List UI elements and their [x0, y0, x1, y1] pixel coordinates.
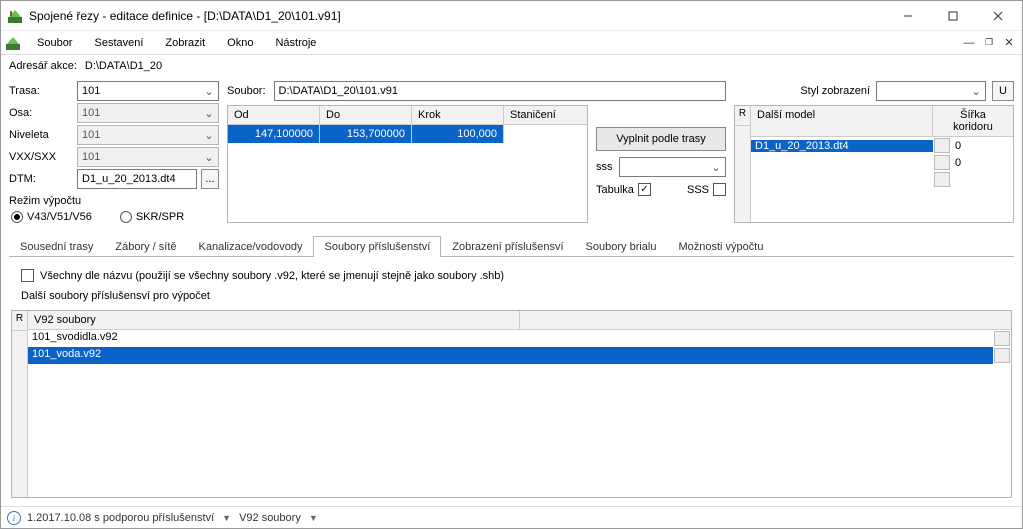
range-grid[interactable]: Od Do Krok Staničení 147,100000 153,7000… [227, 105, 588, 223]
rezim-label: Režim výpočtu [9, 195, 219, 207]
menu-soubor[interactable]: Soubor [27, 35, 82, 51]
tab-kanalizace[interactable]: Kanalizace/vodovody [188, 236, 314, 257]
pathbar: Adresář akce: D:\DATA\D1_20 [1, 55, 1022, 77]
all-by-name-label: Všechny dle názvu (použijí se všechny so… [40, 270, 504, 282]
vxx-combo[interactable]: 101⌄ [77, 147, 219, 167]
status-version: 1.2017.10.08 s podporou příslušenství [27, 512, 214, 524]
file-row[interactable]: 101_svodidla.v92 [28, 330, 1011, 347]
dtm-field[interactable]: D1_u_20_2013.dt4 [77, 169, 197, 189]
chevron-down-icon: ⌄ [202, 107, 216, 120]
chevron-down-icon: ⌄ [202, 129, 216, 142]
radio-v43[interactable]: V43/V51/V56 [11, 211, 92, 223]
tab-zabory[interactable]: Zábory / sítě [104, 236, 187, 257]
tab-brialu[interactable]: Soubory brialu [575, 236, 668, 257]
trasa-combo[interactable]: 101⌄ [77, 81, 219, 101]
status-section: V92 soubory [239, 512, 301, 524]
more-files-label: Další soubory příslušensví pro výpočet [9, 290, 1014, 302]
file-row[interactable]: 101_voda.v92 [28, 347, 1011, 364]
col-model[interactable]: Další model [751, 106, 933, 136]
menu-icon [5, 35, 21, 51]
mdi-close-button[interactable]: ✕ [1000, 36, 1018, 49]
tabbar: Sousední trasy Zábory / sítě Kanalizace/… [9, 235, 1014, 257]
col-r[interactable]: R [12, 311, 27, 331]
model-row[interactable] [751, 171, 1013, 188]
maximize-button[interactable] [930, 2, 975, 30]
row-button[interactable] [934, 155, 950, 170]
tabulka-label: Tabulka [596, 184, 634, 196]
info-icon: i [7, 511, 21, 525]
range-row[interactable]: 147,100000 153,700000 100,000 [228, 125, 587, 143]
model-row[interactable]: D1_u_20_2013.dt4 0 [751, 137, 1013, 154]
path-label: Adresář akce: [9, 60, 77, 72]
tabulka-checkbox[interactable] [638, 183, 651, 196]
fill-by-route-button[interactable]: Vyplnit podle trasy [596, 127, 726, 151]
menu-zobrazit[interactable]: Zobrazit [155, 35, 215, 51]
col-krok[interactable]: Krok [412, 106, 504, 124]
col-do[interactable]: Do [320, 106, 412, 124]
tab-zobrazeni[interactable]: Zobrazení příslušensví [441, 236, 574, 257]
sss-label: sss [596, 161, 613, 173]
row-button[interactable] [934, 138, 950, 153]
tab-sousedni[interactable]: Sousední trasy [9, 236, 104, 257]
niveleta-combo[interactable]: 101⌄ [77, 125, 219, 145]
range-side: Vyplnit podle trasy sss ⌄ Tabulka SSS [596, 105, 726, 196]
col-r[interactable]: R [735, 106, 750, 126]
row-button[interactable] [994, 348, 1010, 363]
trasa-label: Trasa: [9, 83, 73, 99]
sss-checkbox[interactable] [713, 183, 726, 196]
path-value: D:\DATA\D1_20 [85, 60, 162, 72]
dtm-label: DTM: [9, 171, 73, 187]
menu-nastroje[interactable]: Nástroje [265, 35, 326, 51]
mdi-restore-button[interactable]: ❐ [980, 37, 998, 48]
all-by-name-checkbox[interactable] [21, 269, 34, 282]
niveleta-label: Niveleta [9, 127, 73, 143]
sss-combo[interactable]: ⌄ [619, 157, 727, 177]
minimize-button[interactable] [885, 2, 930, 30]
menu-sestaveni[interactable]: Sestavení [84, 35, 153, 51]
row-button[interactable] [934, 172, 950, 187]
model-row[interactable]: 0 [751, 154, 1013, 171]
statusbar: i 1.2017.10.08 s podporou příslušenství … [1, 506, 1022, 528]
menu-okno[interactable]: Okno [217, 35, 263, 51]
radio-skr[interactable]: SKR/SPR [120, 211, 184, 223]
titlebar: Spojené řezy - editace definice - [D:\DA… [1, 1, 1022, 31]
tab-soubory-prislusenstvi[interactable]: Soubory příslušenství [313, 236, 441, 257]
window-title: Spojené řezy - editace definice - [D:\DA… [29, 9, 885, 23]
left-panel: Trasa: 101⌄ Osa: 101⌄ Niveleta 101⌄ VXX/… [9, 81, 219, 223]
model-grid[interactable]: R Další model Šířka koridoru D1_u_20_201… [734, 105, 1014, 223]
tab-content: Všechny dle názvu (použijí se všechny so… [9, 261, 1014, 506]
style-combo[interactable]: ⌄ [876, 81, 986, 101]
dtm-browse-button[interactable]: ... [201, 169, 219, 189]
osa-combo[interactable]: 101⌄ [77, 103, 219, 123]
chevron-down-icon: ⌄ [969, 85, 983, 98]
soubor-label: Soubor: [227, 85, 266, 97]
chevron-down-icon: ⌄ [202, 151, 216, 164]
col-width[interactable]: Šířka koridoru [933, 106, 1013, 136]
center-panel: Soubor: D:\DATA\D1_20\101.v91 Od Do Krok… [227, 81, 726, 223]
osa-label: Osa: [9, 105, 73, 121]
sss-chk-label: SSS [687, 184, 709, 196]
dropdown-indicator-icon[interactable]: ▼ [220, 513, 233, 523]
mdi-minimize-button[interactable]: — [960, 37, 978, 49]
col-od[interactable]: Od [228, 106, 320, 124]
app-icon [7, 8, 23, 24]
row-button[interactable] [994, 331, 1010, 346]
menubar: Soubor Sestavení Zobrazit Okno Nástroje … [1, 31, 1022, 55]
dropdown-indicator-icon[interactable]: ▼ [307, 513, 320, 523]
col-staniceni[interactable]: Staničení [504, 106, 587, 124]
close-button[interactable] [975, 2, 1020, 30]
chevron-down-icon: ⌄ [709, 161, 723, 174]
style-label: Styl zobrazení [800, 85, 870, 97]
right-panel: Styl zobrazení ⌄ U R Další model Šířka k… [734, 81, 1014, 223]
chevron-down-icon: ⌄ [202, 85, 216, 98]
tab-moznosti[interactable]: Možnosti výpočtu [667, 236, 774, 257]
files-grid[interactable]: R V92 soubory 101_svodidla.v92 101_voda.… [11, 310, 1012, 498]
vxx-label: VXX/SXX [9, 149, 73, 165]
u-button[interactable]: U [992, 81, 1014, 101]
soubor-field[interactable]: D:\DATA\D1_20\101.v91 [274, 81, 726, 101]
col-v92[interactable]: V92 soubory [28, 311, 520, 329]
